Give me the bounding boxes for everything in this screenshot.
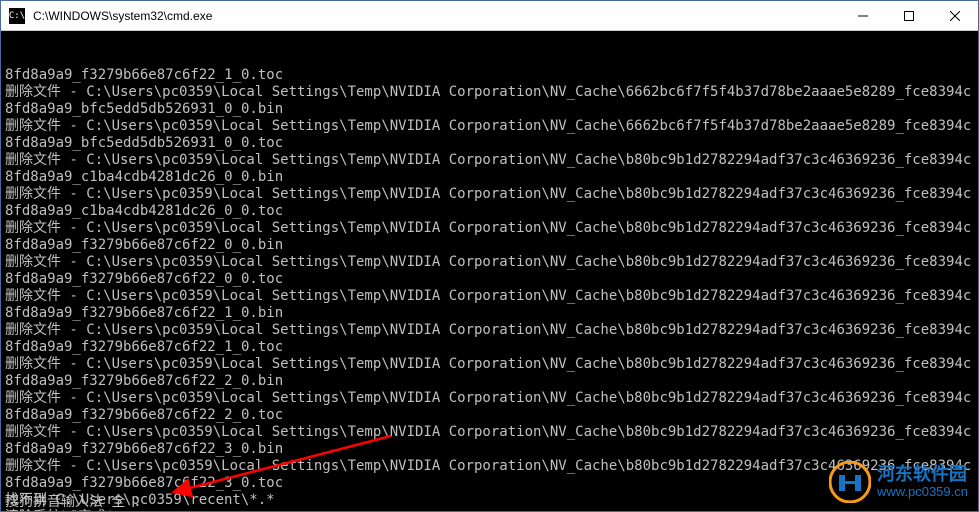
maximize-button[interactable] xyxy=(886,1,932,30)
close-button[interactable] xyxy=(932,1,978,30)
window-controls xyxy=(840,1,978,30)
cmd-icon: C:\ xyxy=(9,8,25,24)
console-line: 删除文件 - C:\Users\pc0359\Local Settings\Te… xyxy=(5,288,974,322)
console-line: 删除文件 - C:\Users\pc0359\Local Settings\Te… xyxy=(5,356,974,390)
cmd-window: C:\ C:\WINDOWS\system32\cmd.exe 8fd8a9a9… xyxy=(0,0,979,512)
console-line: 删除文件 - C:\Users\pc0359\Local Settings\Te… xyxy=(5,118,974,152)
console-line: 删除文件 - C:\Users\pc0359\Local Settings\Te… xyxy=(5,424,974,458)
window-title: C:\WINDOWS\system32\cmd.exe xyxy=(33,9,840,23)
console-line: 删除文件 - C:\Users\pc0359\Local Settings\Te… xyxy=(5,220,974,254)
minimize-button[interactable] xyxy=(840,1,886,30)
console-line: 删除文件 - C:\Users\pc0359\Local Settings\Te… xyxy=(5,390,974,424)
console-line: 删除文件 - C:\Users\pc0359\Local Settings\Te… xyxy=(5,322,974,356)
console-line: 删除文件 - C:\Users\pc0359\Local Settings\Te… xyxy=(5,254,974,288)
console-line: 删除文件 - C:\Users\pc0359\Local Settings\Te… xyxy=(5,186,974,220)
console-line: 8fd8a9a9_f3279b66e87c6f22_1_0.toc xyxy=(5,67,974,84)
console-line: 删除文件 - C:\Users\pc0359\Local Settings\Te… xyxy=(5,458,974,492)
console-line: 删除文件 - C:\Users\pc0359\Local Settings\Te… xyxy=(5,84,974,118)
cmd-icon-label: C:\ xyxy=(9,11,25,21)
title-bar[interactable]: C:\ C:\WINDOWS\system32\cmd.exe xyxy=(1,1,978,31)
console-line: 删除文件 - C:\Users\pc0359\Local Settings\Te… xyxy=(5,152,974,186)
ime-status-bar: 搜狗拼音输入法 全 ： xyxy=(1,494,152,511)
console-output[interactable]: 8fd8a9a9_f3279b66e87c6f22_1_0.toc删除文件 - … xyxy=(1,31,978,511)
